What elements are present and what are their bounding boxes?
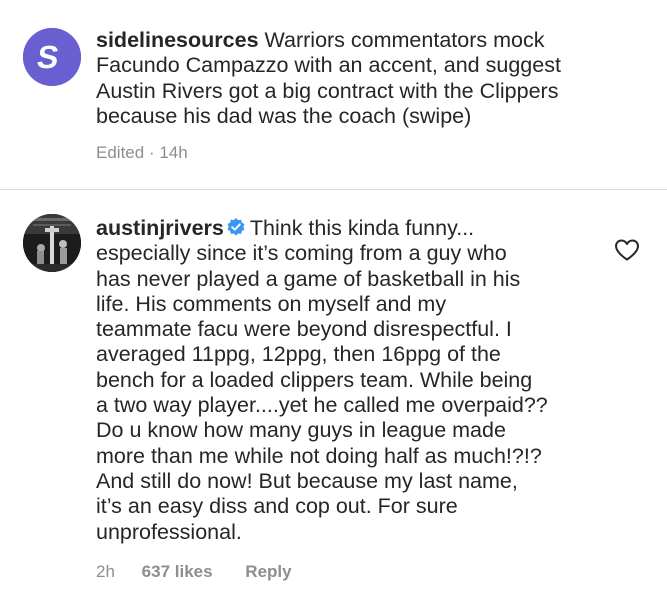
comment-text-line: more than me while not doing half as muc…	[96, 443, 542, 468]
s-logo-icon: S	[23, 28, 81, 86]
comment-text: austinjrivers Think this kinda funny... e…	[96, 216, 596, 545]
comment-text-line: has never played a game of basketball in…	[96, 266, 521, 291]
caption-text-line: because his dad was the coach (swipe)	[96, 103, 472, 128]
comment-text-line: teammate facu were beyond disrespectful.…	[96, 317, 512, 342]
comment-text-line: it’s an easy diss and cop out. For sure	[96, 494, 458, 519]
sidelinesources-avatar[interactable]: S	[23, 28, 81, 86]
post-caption: S sidelinesources Warriors commentators …	[0, 0, 667, 190]
comment-text-line: bench for a loaded clippers team. While …	[96, 367, 533, 392]
reply-button[interactable]: Reply	[245, 562, 291, 582]
verified-badge-icon	[227, 218, 245, 236]
caption-meta: Edited · 14h	[96, 143, 188, 163]
comment-timestamp: 2h	[96, 562, 115, 581]
comment-meta: 2h 637 likes Reply	[96, 562, 292, 582]
comment-text-line: especially since it’s coming from a guy …	[96, 241, 507, 266]
comment-text-line: averaged 11ppg, 12ppg, then 16ppg of the	[96, 342, 501, 367]
caption-timestamp: 14h	[159, 143, 188, 162]
caption-line-0: sidelinesources Warriors commentators mo…	[96, 28, 596, 53]
comment-line-0: austinjrivers Think this kinda funny...	[96, 216, 596, 241]
comment-text-line: life. His comments on myself and my	[96, 291, 447, 316]
comment-text-line: a two way player....yet he called me ove…	[96, 393, 548, 418]
caption-text-line: Austin Rivers got a big contract with th…	[96, 78, 559, 103]
avatar-photo	[23, 214, 81, 272]
edited-label: Edited	[96, 143, 145, 162]
comment-text-line: And still do now! But because my last na…	[96, 468, 518, 493]
divider	[0, 189, 667, 190]
likes-count[interactable]: 637 likes	[142, 562, 213, 582]
caption-username[interactable]: sidelinesources	[96, 28, 259, 52]
comment-username[interactable]: austinjrivers	[96, 216, 224, 240]
caption-text: sidelinesources Warriors commentators mo…	[96, 28, 596, 129]
comment-text-line: Do u know how many guys in league made	[96, 418, 506, 443]
austinjrivers-avatar[interactable]	[23, 214, 81, 272]
meta-separator: ·	[148, 143, 155, 162]
caption-text-line: Facundo Campazzo with an accent, and sug…	[96, 53, 561, 78]
caption-text-line: Warriors commentators mock	[264, 28, 545, 52]
comment-text-line: Think this kinda funny...	[249, 216, 475, 240]
heart-outline-icon[interactable]	[614, 238, 640, 262]
comment-text-line: unprofessional.	[96, 519, 242, 544]
